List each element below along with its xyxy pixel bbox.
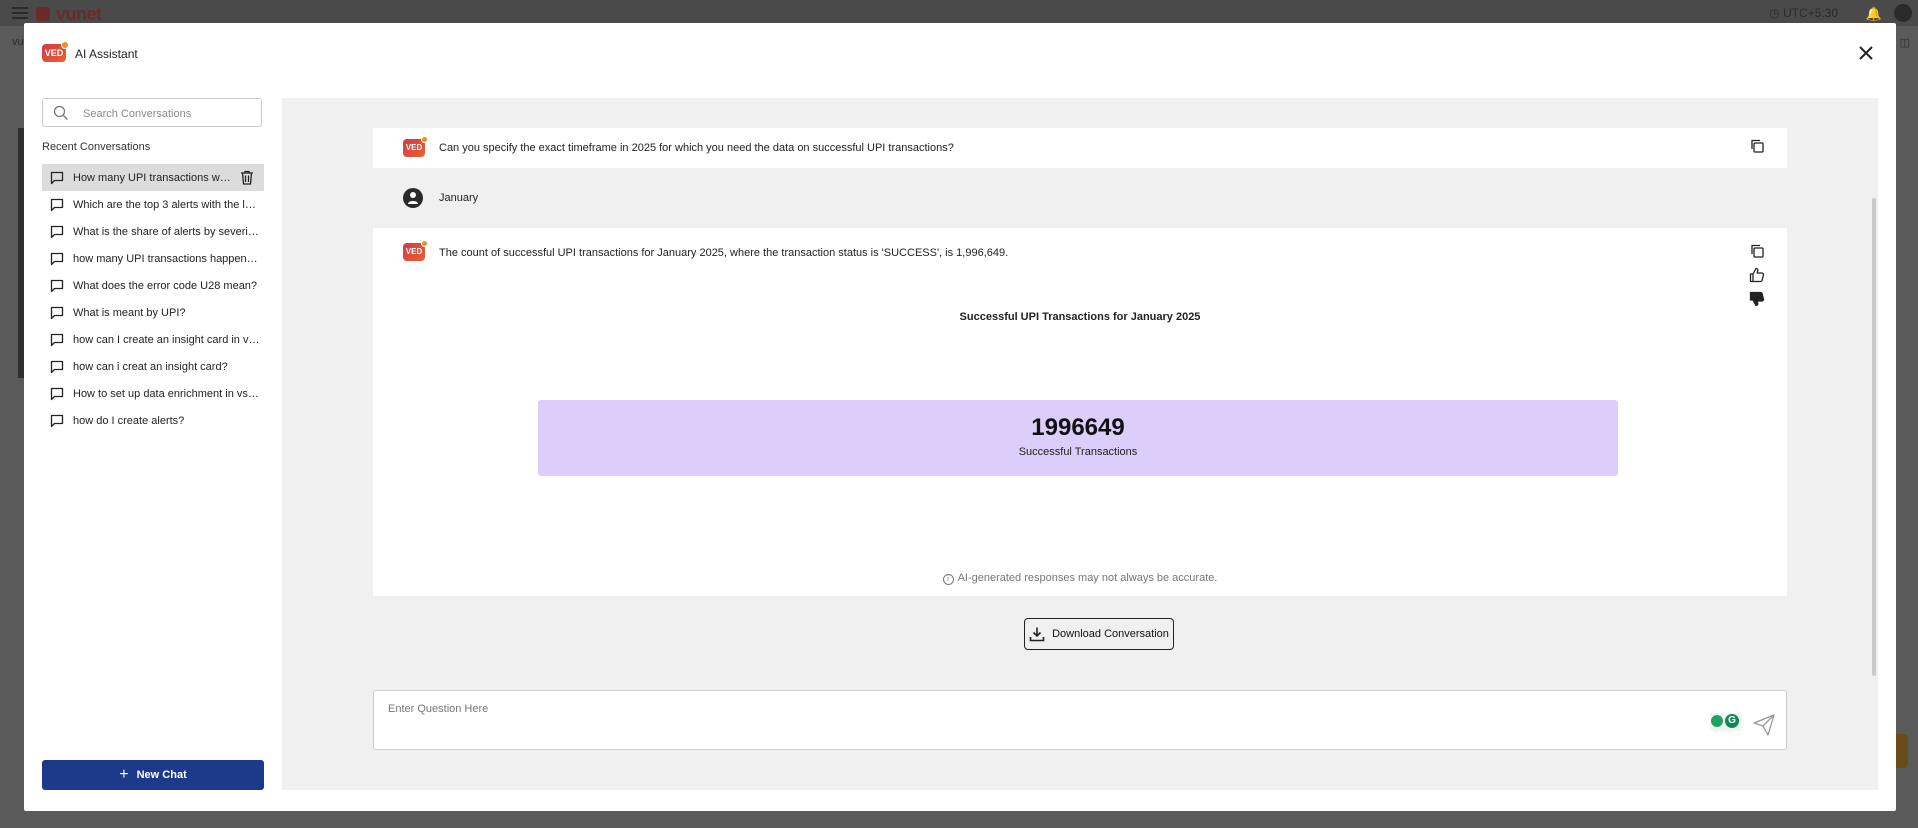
disclaimer-text: AI-generated responses may not always be… (957, 572, 1218, 584)
trash-icon[interactable] (240, 170, 254, 185)
search-input[interactable] (81, 104, 255, 124)
conversation-item[interactable]: how do I create alerts? (42, 407, 264, 434)
conversation-title: how can I create an insight card in vuSm… (73, 333, 261, 346)
conversation-title: What is meant by UPI? (73, 306, 186, 319)
user-message: January (373, 178, 1787, 218)
kpi-value: 1996649 (1031, 414, 1125, 441)
ved-avatar-icon: VED (403, 240, 428, 261)
ved-avatar-icon: VED (403, 136, 428, 157)
timezone-label: ◷ UTC+5:30 (1769, 6, 1838, 20)
chat-scrollbar[interactable] (1872, 198, 1876, 676)
copy-icon[interactable] (1749, 138, 1765, 154)
info-icon: i (942, 574, 954, 585)
kpi-label: Successful Transactions (1018, 446, 1138, 458)
conversation-title: Which are the top 3 alerts with the long… (73, 198, 261, 211)
chat-bubble-icon (50, 198, 64, 211)
download-label: Download Conversation (1052, 628, 1169, 640)
conversation-title: How many UPI transactions were successfu… (73, 171, 233, 184)
chat-bubble-icon (50, 279, 64, 292)
chat-bubble-icon (50, 333, 64, 346)
conversation-title: What is the share of alerts by severity … (73, 225, 261, 238)
bell-icon: 🔔 (1865, 6, 1882, 21)
conversation-list: How many UPI transactions were successfu… (42, 164, 264, 434)
background-logo: vunet (36, 4, 102, 25)
plus-icon: + (119, 766, 129, 783)
conversation-title: how can i creat an insight card? (73, 360, 228, 373)
chat-bubble-icon (50, 225, 64, 238)
copy-icon[interactable] (1749, 243, 1765, 259)
background-panel-icon: ◫ (1899, 37, 1910, 49)
download-conversation-button[interactable]: Download Conversation (1024, 618, 1174, 650)
conversation-item[interactable]: Which are the top 3 alerts with the long… (42, 191, 264, 218)
vunet-logo-icon (36, 7, 50, 21)
conversation-item[interactable]: What is meant by UPI? (42, 299, 264, 326)
chat-bubble-icon (50, 414, 64, 427)
kpi-card: 1996649 Successful Transactions (538, 400, 1618, 476)
conversation-title: What does the error code U28 mean? (73, 279, 258, 292)
thumbs-up-icon[interactable] (1749, 267, 1765, 283)
conversation-item[interactable]: How to set up data enrichment in vsmaps? (42, 380, 264, 407)
disclaimer: i AI-generated responses may not always b… (373, 572, 1787, 585)
conversation-title: how do I create alerts? (73, 414, 185, 427)
close-icon[interactable] (1856, 43, 1876, 63)
download-icon (1029, 627, 1045, 642)
modal-header: VED AI Assistant (24, 23, 1896, 83)
search-icon (53, 105, 68, 120)
assistant-answer-card: VED The count of successful UPI transact… (373, 228, 1787, 596)
background-logo-text: vunet (56, 4, 102, 24)
conversation-title: how many UPI transactions happened yeste… (73, 252, 261, 265)
send-icon[interactable] (1752, 713, 1776, 737)
modal-title: AI Assistant (75, 47, 138, 61)
question-input[interactable] (386, 701, 1690, 741)
new-chat-label: New Chat (136, 769, 187, 781)
hamburger-menu-icon (12, 7, 28, 19)
chat-panel: VED Can you specify the exact timeframe … (282, 98, 1878, 790)
chat-bubble-icon (50, 360, 64, 373)
ai-assistant-modal: VED AI Assistant Recent Conversations Ho… (24, 23, 1896, 811)
avatar (1894, 4, 1912, 22)
ved-logo-icon: VED (42, 41, 69, 62)
timezone-text: UTC+5:30 (1782, 6, 1838, 20)
chat-bubble-icon (50, 306, 64, 319)
question-input-box: G (373, 690, 1787, 750)
chat-bubble-icon (50, 171, 64, 184)
assistant-message: VED Can you specify the exact timeframe … (373, 128, 1787, 168)
conversation-item[interactable]: What does the error code U28 mean? (42, 272, 264, 299)
conversation-item[interactable]: how many UPI transactions happened yeste… (42, 245, 264, 272)
recent-conversations-heading: Recent Conversations (42, 141, 151, 153)
conversation-item[interactable]: how can I create an insight card in vuSm… (42, 326, 264, 353)
search-conversations[interactable] (42, 98, 262, 127)
chat-bubble-icon (50, 387, 64, 400)
background-subtext: vu (12, 36, 24, 48)
assistant-message-text: Can you specify the exact timeframe in 2… (439, 142, 954, 154)
conversation-title: How to set up data enrichment in vsmaps? (73, 387, 261, 400)
thumbs-down-icon[interactable] (1749, 291, 1765, 307)
conversation-item[interactable]: What is the share of alerts by severity … (42, 218, 264, 245)
user-message-text: January (439, 192, 479, 204)
conversation-item[interactable]: how can i creat an insight card? (42, 353, 264, 380)
insight-title: Successful UPI Transactions for January … (959, 311, 1201, 323)
assistant-answer-text: The count of successful UPI transactions… (439, 247, 1009, 259)
chat-bubble-icon (50, 252, 64, 265)
user-avatar-icon (403, 188, 423, 208)
grammar-extension-icon[interactable]: G (1710, 713, 1742, 731)
new-chat-button[interactable]: + New Chat (42, 760, 264, 790)
conversation-item[interactable]: How many UPI transactions were successfu… (42, 164, 264, 191)
